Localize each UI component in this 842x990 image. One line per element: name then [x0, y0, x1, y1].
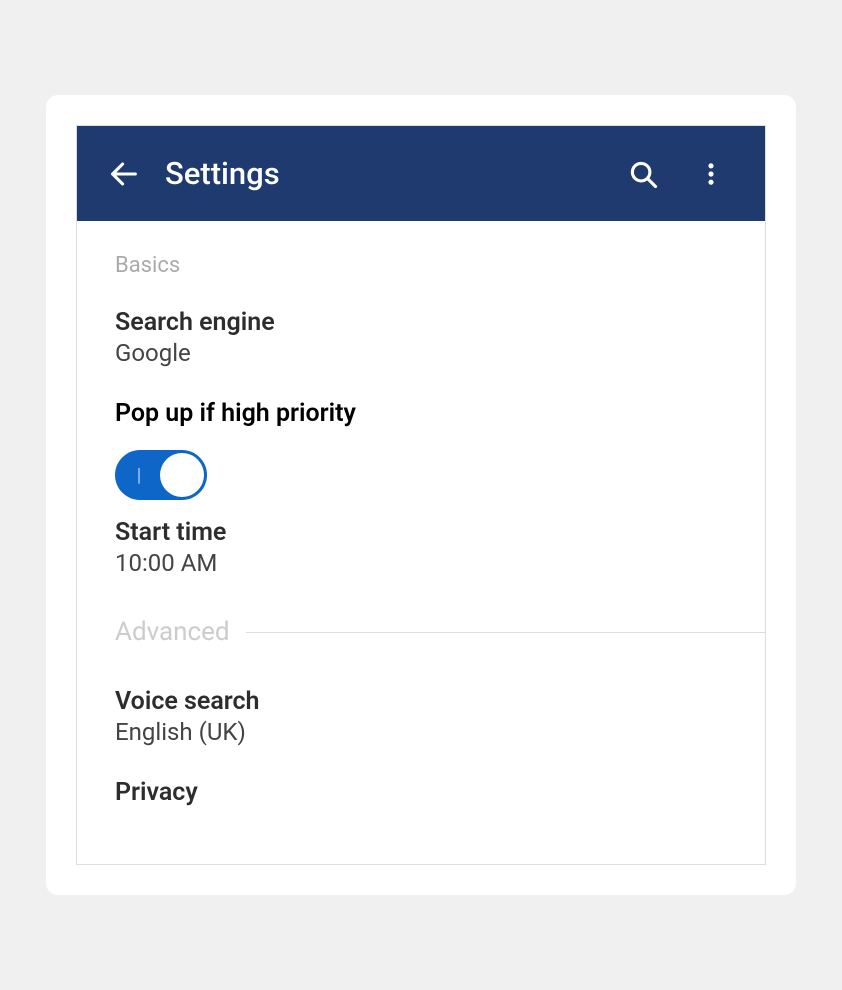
settings-app: Settings Basics Search engine: [76, 125, 766, 865]
search-engine-setting[interactable]: Search engine Google: [115, 308, 727, 367]
start-time-title: Start time: [115, 518, 727, 547]
start-time-value: 10:00 AM: [115, 549, 727, 577]
back-button[interactable]: [107, 157, 141, 191]
advanced-section-header: Advanced: [115, 617, 230, 647]
basics-section-header: Basics: [115, 253, 727, 278]
toolbar: Settings: [77, 126, 765, 221]
start-time-setting[interactable]: Start time 10:00 AM: [115, 518, 727, 577]
search-icon: [628, 159, 658, 189]
search-engine-title: Search engine: [115, 308, 727, 337]
privacy-setting[interactable]: Privacy: [115, 778, 727, 807]
more-button[interactable]: [687, 150, 735, 198]
voice-search-setting[interactable]: Voice search English (UK): [115, 687, 727, 746]
settings-content: Basics Search engine Google Pop up if hi…: [77, 221, 765, 865]
voice-search-value: English (UK): [115, 718, 727, 746]
page-title: Settings: [165, 155, 619, 192]
search-engine-value: Google: [115, 339, 727, 367]
popup-setting: Pop up if high priority | Start time 10:…: [115, 399, 727, 577]
toggle-knob: [160, 453, 204, 497]
search-button[interactable]: [619, 150, 667, 198]
divider-line: [246, 632, 765, 633]
toggle-on-indicator: |: [137, 465, 141, 486]
privacy-title: Privacy: [115, 778, 727, 807]
popup-toggle[interactable]: |: [115, 450, 207, 500]
voice-search-title: Voice search: [115, 687, 727, 716]
back-arrow-icon: [107, 157, 141, 191]
popup-title: Pop up if high priority: [115, 399, 727, 428]
more-vertical-icon: [697, 160, 725, 188]
advanced-divider: Advanced: [115, 617, 727, 647]
